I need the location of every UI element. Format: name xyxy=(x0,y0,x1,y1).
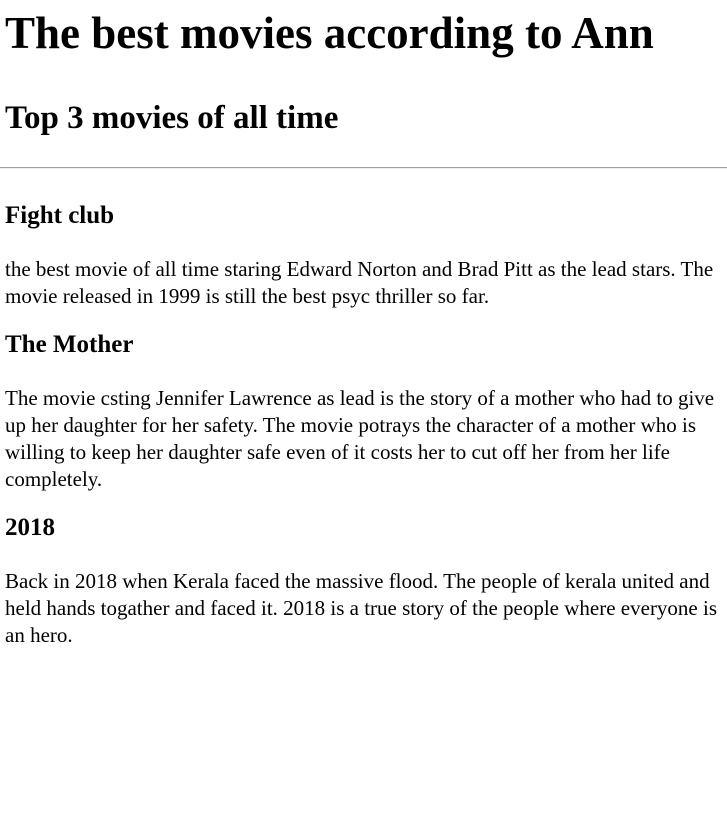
movie-description: the best movie of all time staring Edwar… xyxy=(5,257,714,308)
movie-section-the-mother: The Mother The movie csting Jennifer Law… xyxy=(5,330,727,493)
movie-title: 2018 xyxy=(5,514,55,541)
page-title: The best movies according to Ann xyxy=(5,8,654,58)
movie-section-2018: 2018 Back in 2018 when Kerala faced the … xyxy=(5,513,727,649)
movie-section-fight-club: Fight club the best movie of all time st… xyxy=(5,201,727,310)
movie-title: The Mother xyxy=(5,331,134,358)
movie-title: Fight club xyxy=(5,202,115,229)
page-subtitle: Top 3 movies of all time xyxy=(5,100,339,136)
page-content: The best movies according to Ann Top 3 m… xyxy=(0,9,727,649)
movie-description: The movie csting Jennifer Lawrence as le… xyxy=(5,386,715,491)
movie-description: Back in 2018 when Kerala faced the massi… xyxy=(5,569,718,647)
divider xyxy=(0,167,727,169)
